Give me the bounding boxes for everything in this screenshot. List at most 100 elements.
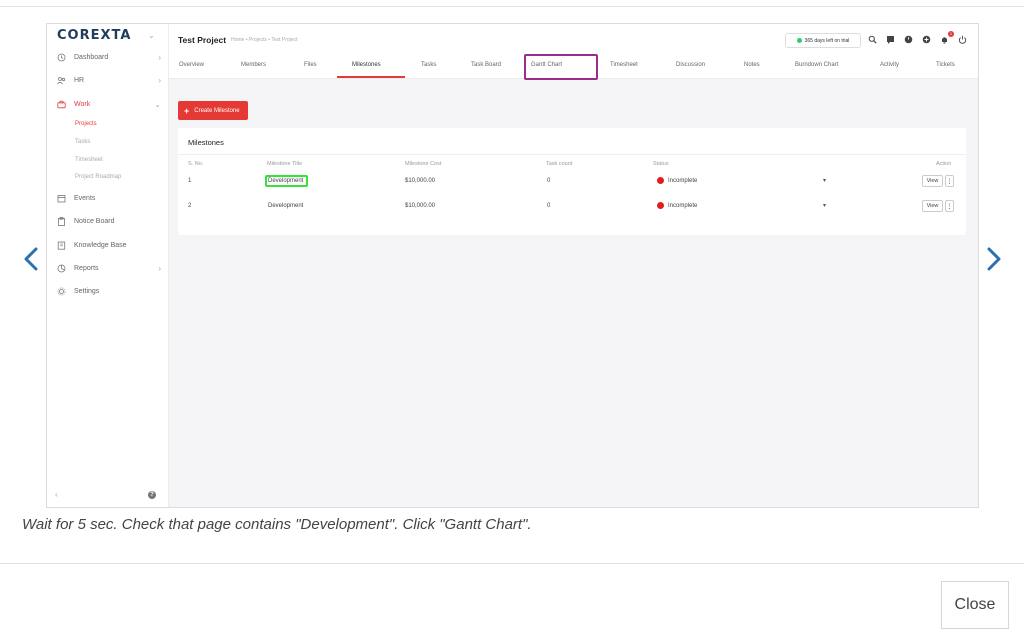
sidebar-item-label: Events bbox=[74, 194, 96, 202]
step-screenshot: COREXTA ⌄ Dashboard › HR › Work ⌄ Projec… bbox=[46, 23, 979, 508]
sidebar-item-dashboard[interactable]: Dashboard › bbox=[57, 50, 161, 64]
notification-badge: 1 bbox=[948, 31, 954, 37]
sidebar-item-settings[interactable]: Settings bbox=[57, 284, 161, 298]
create-milestone-label: Create Milestone bbox=[194, 107, 240, 114]
tab-tasks[interactable]: Tasks bbox=[421, 62, 436, 68]
tab-tickets[interactable]: Tickets bbox=[936, 62, 955, 68]
row-2-cost: $10,000.00 bbox=[405, 203, 436, 209]
sidebar-item-label: Knowledge Base bbox=[74, 241, 127, 249]
caret-down-icon[interactable]: ▾ bbox=[823, 202, 826, 209]
row-1-status-select[interactable]: Incomplete bbox=[657, 177, 697, 184]
app-logo: COREXTA bbox=[57, 28, 132, 43]
calendar-icon bbox=[57, 194, 66, 202]
divider bbox=[178, 154, 966, 155]
sidebar-subitem-projects[interactable]: Projects bbox=[75, 121, 97, 127]
breadcrumb: Home • Projects • Test Project bbox=[231, 37, 298, 43]
column-header: Action bbox=[936, 161, 952, 167]
tab-activity[interactable]: Activity bbox=[880, 62, 899, 68]
sidebar-subitem-project-roadmap[interactable]: Project Roadmap bbox=[75, 174, 121, 180]
sidebar-item-label: HR bbox=[74, 76, 85, 84]
tab-task-board[interactable]: Task Board bbox=[471, 62, 501, 68]
page-title: Test Project bbox=[178, 35, 227, 45]
status-dot-icon bbox=[657, 202, 664, 209]
sticky-note-icon[interactable] bbox=[886, 35, 895, 44]
row-1-cost: $10,000.00 bbox=[405, 178, 436, 184]
sidebar-item-notice-board[interactable]: Notice Board bbox=[57, 214, 161, 228]
chevron-right-icon: › bbox=[158, 52, 161, 62]
tab-members[interactable]: Members bbox=[241, 62, 266, 68]
bell-icon[interactable] bbox=[940, 35, 949, 44]
sidebar-subitem-timesheet[interactable]: Timesheet bbox=[75, 157, 103, 163]
help-icon[interactable]: ? bbox=[148, 491, 156, 499]
power-icon[interactable] bbox=[958, 35, 967, 44]
row-1-sno: 1 bbox=[188, 178, 192, 184]
column-header: S. No. bbox=[188, 161, 204, 167]
plus-circle-icon[interactable] bbox=[922, 35, 931, 44]
tab-timesheet[interactable]: Timesheet bbox=[610, 62, 638, 68]
clipboard-icon bbox=[58, 216, 65, 226]
create-milestone-button[interactable]: + Create Milestone bbox=[178, 101, 248, 120]
status-text: Incomplete bbox=[668, 177, 698, 184]
tab-discussion[interactable]: Discussion bbox=[676, 62, 705, 68]
status-dot-icon bbox=[657, 177, 664, 184]
tab-burndown-chart[interactable]: Burndown Chart bbox=[795, 62, 838, 68]
chevron-right-icon: › bbox=[158, 263, 161, 273]
column-header: Task count bbox=[546, 161, 573, 167]
book-icon bbox=[57, 241, 66, 250]
chart-icon bbox=[57, 264, 66, 272]
caret-down-icon[interactable]: ▾ bbox=[823, 177, 826, 184]
sidebar-item-label: Work bbox=[74, 100, 91, 108]
close-button[interactable]: Close bbox=[941, 581, 1009, 629]
status-dot-icon bbox=[796, 38, 802, 43]
row-1-more-icon[interactable]: ⋮ bbox=[945, 175, 954, 187]
tab-notes[interactable]: Notes bbox=[744, 62, 760, 68]
sidebar-item-events[interactable]: Events bbox=[57, 191, 161, 205]
row-1-title: Development bbox=[268, 178, 304, 184]
collapse-sidebar-icon[interactable]: ‹ bbox=[55, 490, 58, 499]
row-2-sno: 2 bbox=[188, 203, 192, 209]
row-1-view-button[interactable]: View bbox=[922, 175, 943, 187]
sidebar-item-label: Reports bbox=[74, 264, 99, 272]
sidebar-subitem-tasks[interactable]: Tasks bbox=[75, 139, 90, 145]
sidebar-item-label: Notice Board bbox=[74, 217, 115, 225]
row-2-title: Development bbox=[268, 203, 304, 209]
plus-icon: + bbox=[184, 105, 190, 116]
sidebar: COREXTA ⌄ Dashboard › HR › Work ⌄ Projec… bbox=[47, 24, 169, 507]
milestones-card: Milestones S. No. Milestone Title Milest… bbox=[178, 128, 966, 235]
row-2-status-select[interactable]: Incomplete bbox=[657, 202, 697, 209]
row-1-task-count: 0 bbox=[547, 178, 551, 184]
column-header: Milestone Title bbox=[267, 161, 303, 167]
chevron-down-icon[interactable]: ⌄ bbox=[148, 31, 155, 40]
row-2-task-count: 0 bbox=[547, 203, 551, 209]
chevron-right-icon: › bbox=[158, 75, 161, 85]
timer-icon[interactable] bbox=[904, 35, 913, 44]
sidebar-item-label: Dashboard bbox=[74, 53, 109, 61]
row-2-view-button[interactable]: View bbox=[922, 200, 943, 212]
clock-icon bbox=[57, 53, 66, 61]
tab-files[interactable]: Files bbox=[304, 62, 317, 68]
briefcase-icon bbox=[57, 100, 66, 108]
sidebar-item-knowledge-base[interactable]: Knowledge Base bbox=[57, 238, 161, 252]
project-header: Test Project Home • Projects • Test Proj… bbox=[169, 24, 978, 80]
search-icon[interactable] bbox=[868, 35, 877, 44]
chevron-down-icon: ⌄ bbox=[154, 99, 161, 109]
status-text: Incomplete bbox=[668, 202, 698, 209]
trial-badge[interactable]: 365 days left on trial bbox=[785, 33, 861, 48]
column-header: Milestone Cost bbox=[405, 161, 442, 167]
click-target-highlight bbox=[524, 54, 598, 80]
sidebar-item-work[interactable]: Work ⌄ bbox=[57, 97, 161, 111]
top-divider bbox=[0, 6, 1024, 7]
tab-milestones[interactable]: Milestones bbox=[352, 62, 381, 68]
step-caption: Wait for 5 sec. Check that page contains… bbox=[22, 516, 532, 533]
people-icon bbox=[57, 76, 66, 84]
tab-overview[interactable]: Overview bbox=[179, 62, 204, 68]
trial-text: 365 days left on trial bbox=[804, 37, 850, 44]
row-2-more-icon[interactable]: ⋮ bbox=[945, 200, 954, 212]
sidebar-item-reports[interactable]: Reports › bbox=[57, 261, 161, 275]
gear-icon bbox=[57, 287, 66, 295]
active-tab-indicator bbox=[337, 76, 405, 78]
previous-arrow-icon[interactable] bbox=[22, 246, 40, 272]
next-arrow-icon[interactable] bbox=[985, 246, 1003, 272]
sidebar-item-hr[interactable]: HR › bbox=[57, 73, 161, 87]
footer-divider bbox=[0, 563, 1024, 564]
